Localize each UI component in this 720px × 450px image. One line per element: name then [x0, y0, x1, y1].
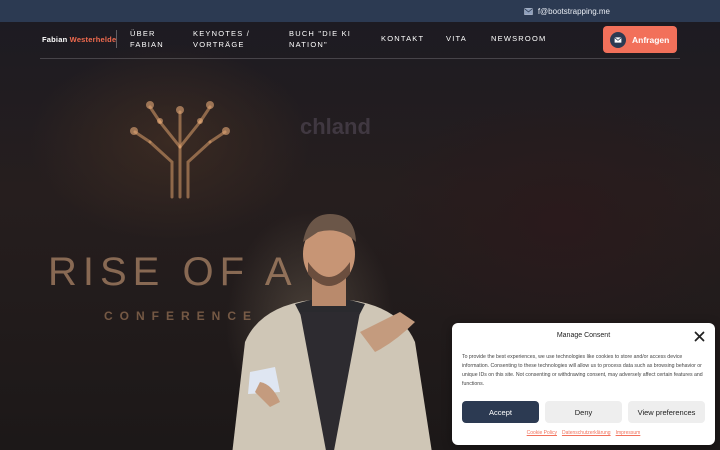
- logo-last-name: Westerhelde: [69, 35, 117, 44]
- backdrop-faint-text: chland: [300, 114, 371, 139]
- mail-icon-circle: [610, 31, 626, 48]
- privacy-policy-link[interactable]: Datenschutzerklärung: [562, 430, 611, 436]
- envelope-icon: [614, 36, 622, 43]
- cookie-consent-dialog: Manage Consent To provide the best exper…: [452, 323, 715, 445]
- anfragen-label: Anfragen: [632, 34, 670, 45]
- consent-body: To provide the best experiences, we use …: [462, 354, 703, 387]
- envelope-icon: [524, 7, 533, 15]
- cookie-policy-link[interactable]: Cookie Policy: [527, 430, 557, 436]
- speaker-figure: [232, 214, 432, 450]
- logo-first-name: Fabian: [42, 35, 68, 44]
- consent-links: Cookie Policy Datenschutzerklärung Impre…: [452, 430, 715, 436]
- nav-item-vita[interactable]: VITA: [446, 33, 467, 44]
- imprint-link[interactable]: Impressum: [616, 430, 641, 436]
- backdrop-title-text: RISE OF A: [48, 250, 298, 294]
- header-divider: [40, 58, 680, 59]
- nav-item-keynotes[interactable]: KEYNOTES / VORTRÄGE: [193, 28, 250, 50]
- site-logo[interactable]: Fabian Westerhelde: [42, 35, 116, 44]
- email-text: f@bootstrapping.me: [537, 6, 610, 16]
- nav-item-newsroom[interactable]: NEWSROOM: [491, 33, 546, 44]
- tree-logo-graphic: [130, 101, 230, 199]
- top-bar: f@bootstrapping.me: [0, 0, 720, 22]
- email-link[interactable]: f@bootstrapping.me: [524, 7, 610, 16]
- backdrop-subtitle-text: CONFERENCE: [104, 309, 259, 323]
- accept-button[interactable]: Accept: [462, 401, 539, 423]
- consent-title: Manage Consent: [556, 332, 611, 339]
- nav-item-kontakt[interactable]: KONTAKT: [381, 33, 424, 44]
- anfragen-button[interactable]: Anfragen: [603, 26, 677, 53]
- deny-button[interactable]: Deny: [545, 401, 622, 423]
- logo-divider: [116, 30, 117, 48]
- close-icon[interactable]: [694, 331, 705, 342]
- nav-item-ueber-fabian[interactable]: ÜBER FABIAN: [130, 28, 164, 50]
- nav-item-buch[interactable]: BUCH "DIE KI NATION": [289, 28, 351, 50]
- view-preferences-button[interactable]: View preferences: [628, 401, 705, 423]
